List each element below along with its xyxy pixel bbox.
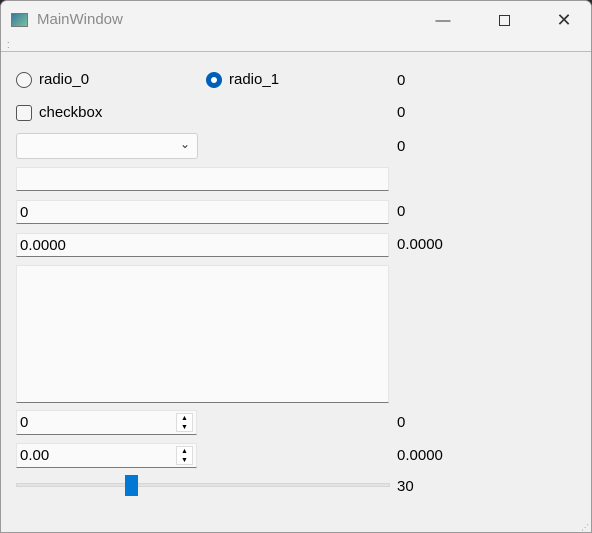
checkbox-value: 0 <box>397 104 406 121</box>
chevron-down-icon: ⌄ <box>179 137 190 151</box>
arrow-up-icon[interactable]: ▲ <box>177 447 192 456</box>
arrow-down-icon[interactable]: ▼ <box>177 456 192 465</box>
toolbar-grip-icon[interactable]: ⁚ <box>7 41 10 50</box>
checkbox-label: checkbox <box>39 104 103 121</box>
float-line-edit-text: 0.0000 <box>20 236 66 254</box>
text-edit[interactable] <box>16 265 389 403</box>
minimize-icon: — <box>435 11 451 29</box>
radio-0-label: radio_0 <box>39 71 90 88</box>
slider-handle[interactable] <box>125 475 139 496</box>
maximize-icon <box>498 14 510 26</box>
double-spin-box-text: 0.00 <box>20 447 50 464</box>
float-edit-output: 0.0000 <box>397 236 443 253</box>
int-line-edit[interactable]: 0 <box>16 200 389 224</box>
radio-1-label: radio_1 <box>229 71 280 88</box>
radio-1[interactable]: radio_1 <box>206 71 279 88</box>
spin-box-arrows[interactable]: ▲ ▼ <box>176 413 193 432</box>
arrow-up-icon[interactable]: ▲ <box>177 414 192 423</box>
combo-value-output: 0 <box>397 138 406 155</box>
double-spin-box-arrows[interactable]: ▲ ▼ <box>176 446 193 465</box>
slider[interactable] <box>16 475 390 497</box>
title-bar: MainWindow — ✕ <box>1 1 591 39</box>
checkbox-indicator[interactable] <box>16 104 32 121</box>
size-grip-icon[interactable]: ⋰ <box>581 523 589 532</box>
maximize-button[interactable] <box>481 5 527 35</box>
checkbox[interactable]: checkbox <box>16 104 102 121</box>
double-spin-box-output: 0.0000 <box>397 447 443 464</box>
slider-track[interactable] <box>16 483 390 487</box>
spin-box-text: 0 <box>20 414 29 431</box>
radio-0-indicator[interactable] <box>16 71 32 88</box>
line-edit[interactable] <box>16 167 389 191</box>
float-line-edit[interactable]: 0.0000 <box>16 233 389 257</box>
int-edit-output: 0 <box>397 203 406 220</box>
minimize-button[interactable]: — <box>420 5 466 35</box>
app-window-icon <box>11 13 28 27</box>
close-icon: ✕ <box>556 9 572 30</box>
spin-box[interactable]: 0 ▲ ▼ <box>16 410 197 435</box>
radio-1-indicator[interactable] <box>206 71 222 88</box>
toolbar: ⁚ <box>1 39 591 52</box>
double-spin-box[interactable]: 0.00 ▲ ▼ <box>16 443 197 468</box>
slider-output: 30 <box>397 478 414 495</box>
spin-box-output: 0 <box>397 414 406 431</box>
int-line-edit-text: 0 <box>20 203 29 221</box>
radio-0[interactable]: radio_0 <box>16 71 89 88</box>
main-window: MainWindow — ✕ ⁚ radio_0 radio_1 0 check… <box>0 0 592 533</box>
radio-value: 0 <box>397 72 406 89</box>
close-button[interactable]: ✕ <box>541 5 587 35</box>
arrow-down-icon[interactable]: ▼ <box>177 423 192 432</box>
window-title: MainWindow <box>37 11 123 28</box>
combo-box[interactable]: ⌄ <box>16 133 198 159</box>
